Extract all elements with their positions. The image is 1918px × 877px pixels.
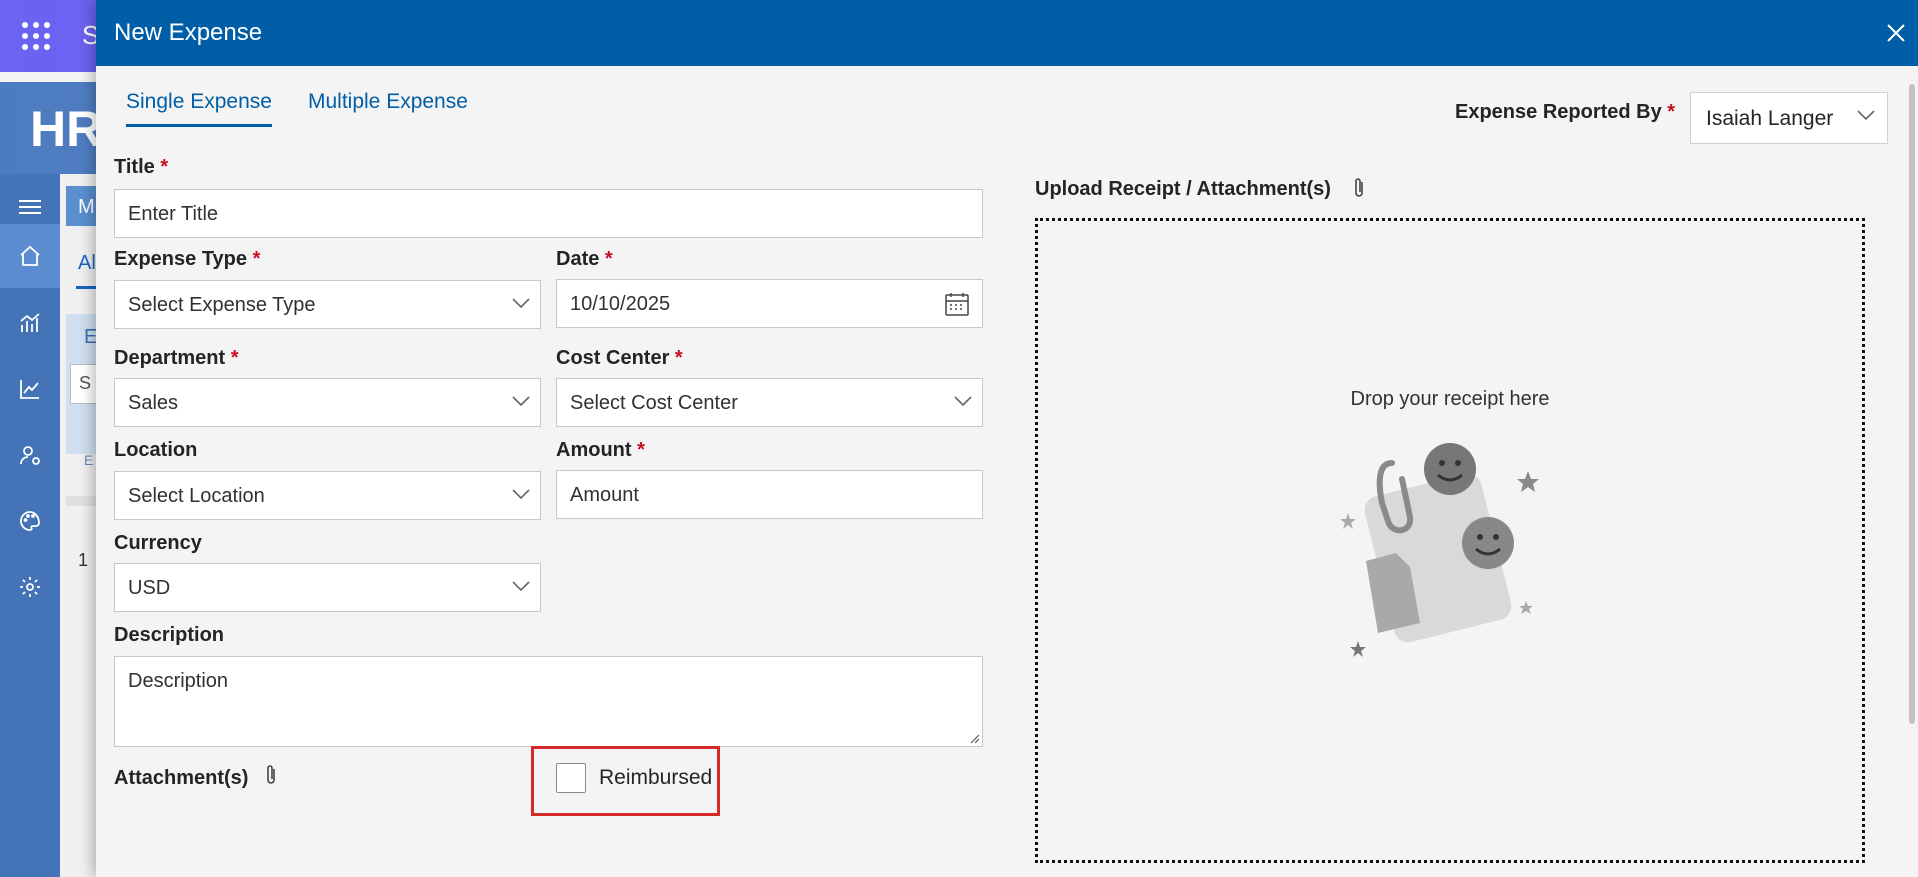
title-label-text: Title <box>114 156 155 178</box>
chevron-down-icon <box>512 489 530 500</box>
location-label-text: Location <box>114 439 198 461</box>
home-icon[interactable] <box>0 224 60 288</box>
description-placeholder: Description <box>128 670 229 692</box>
amount-input[interactable]: Amount <box>556 470 983 519</box>
title-label: Title * <box>114 156 168 179</box>
currency-label: Currency <box>114 532 202 555</box>
department-value: Sales <box>128 392 179 414</box>
chevron-down-icon <box>1857 110 1875 121</box>
department-label-text: Department <box>114 347 226 369</box>
receipt-dropzone[interactable]: Drop your receipt here <box>1035 218 1865 863</box>
date-input[interactable]: 10/10/2025 <box>556 279 983 328</box>
location-dropdown[interactable]: Select Location <box>114 471 541 520</box>
expense-type-dropdown[interactable]: Select Expense Type <box>114 280 541 329</box>
required-marker: * <box>230 347 239 369</box>
dialog-scrollbar[interactable] <box>1906 72 1918 877</box>
background-tab[interactable]: Al <box>78 252 96 275</box>
reimbursed-checkbox[interactable] <box>556 763 586 793</box>
reported-by-label: Expense Reported By * <box>1455 101 1675 124</box>
waffle-icon[interactable] <box>0 0 72 72</box>
currency-dropdown[interactable]: USD <box>114 563 541 612</box>
dialog-title: New Expense <box>114 19 263 46</box>
department-dropdown[interactable]: Sales <box>114 378 541 427</box>
gear-icon[interactable] <box>15 572 45 602</box>
description-label: Description <box>114 624 224 647</box>
date-label-text: Date <box>556 248 600 270</box>
required-marker: * <box>637 439 645 461</box>
cost-center-dropdown[interactable]: Select Cost Center <box>556 378 983 427</box>
cost-center-value: Select Cost Center <box>570 392 738 414</box>
description-label-text: Description <box>114 624 225 646</box>
reported-by-label-text: Expense Reported By <box>1455 101 1662 123</box>
background-small-label: E <box>84 452 94 468</box>
currency-label-text: Currency <box>114 532 202 554</box>
required-marker: * <box>160 156 169 178</box>
palette-icon[interactable] <box>15 506 45 536</box>
expense-type-label: Expense Type * <box>114 248 260 271</box>
hamburger-icon[interactable] <box>15 192 45 222</box>
close-button[interactable] <box>1882 19 1910 47</box>
drop-receipt-text: Drop your receipt here <box>1350 388 1550 410</box>
title-input[interactable]: Enter Title <box>114 189 983 238</box>
scrollbar-thumb[interactable] <box>1909 84 1915 724</box>
upload-receipt-label: Upload Receipt / Attachment(s) <box>1035 178 1331 200</box>
required-marker: * <box>252 248 261 270</box>
amount-placeholder: Amount <box>570 484 639 506</box>
reported-by-dropdown[interactable]: Isaiah Langer <box>1690 92 1888 144</box>
sidebar <box>0 174 60 877</box>
user-settings-icon[interactable] <box>15 440 45 470</box>
tab-single-expense[interactable]: Single Expense <box>126 90 272 127</box>
tab-multiple-expense[interactable]: Multiple Expense <box>308 90 468 114</box>
background-page-number[interactable]: 1 <box>78 550 88 571</box>
expense-type-label-text: Expense Type <box>114 248 248 270</box>
calendar-icon[interactable] <box>944 291 970 317</box>
receipt-illustration <box>1340 443 1539 657</box>
new-expense-dialog: New Expense Single Expense Multiple Expe… <box>96 0 1918 877</box>
close-icon <box>1887 24 1905 42</box>
cost-center-label: Cost Center * <box>556 347 683 370</box>
attachments-label: Attachment(s) <box>114 767 249 789</box>
paperclip-icon[interactable] <box>1352 176 1366 205</box>
location-value: Select Location <box>128 485 265 507</box>
chevron-down-icon <box>512 298 530 309</box>
amount-label-text: Amount <box>556 439 632 461</box>
chevron-down-icon <box>512 396 530 407</box>
chart-icon[interactable] <box>15 374 45 404</box>
chevron-down-icon <box>954 396 972 407</box>
amount-label: Amount * <box>556 439 645 462</box>
dialog-header: New Expense <box>96 0 1918 66</box>
department-label: Department * <box>114 347 239 370</box>
analytics-icon[interactable] <box>15 308 45 338</box>
reimbursed-highlight: Reimbursed <box>531 746 720 816</box>
date-value: 10/10/2025 <box>570 293 671 315</box>
reported-by-value: Isaiah Langer <box>1706 107 1834 130</box>
cost-center-label-text: Cost Center <box>556 347 670 369</box>
title-placeholder: Enter Title <box>128 203 219 225</box>
currency-value: USD <box>128 577 171 599</box>
description-textarea[interactable]: Description <box>114 656 983 747</box>
date-label: Date * <box>556 248 613 271</box>
expense-type-value: Select Expense Type <box>128 294 316 316</box>
resize-handle-icon[interactable] <box>968 732 980 744</box>
location-label: Location <box>114 439 197 462</box>
chevron-down-icon <box>512 581 530 592</box>
paperclip-icon[interactable] <box>264 763 278 792</box>
required-marker: * <box>674 347 683 369</box>
hero-title-fragment: HR <box>30 101 103 157</box>
reimbursed-label: Reimbursed <box>599 766 713 789</box>
required-marker: * <box>604 248 613 270</box>
required-marker: * <box>1667 101 1676 123</box>
